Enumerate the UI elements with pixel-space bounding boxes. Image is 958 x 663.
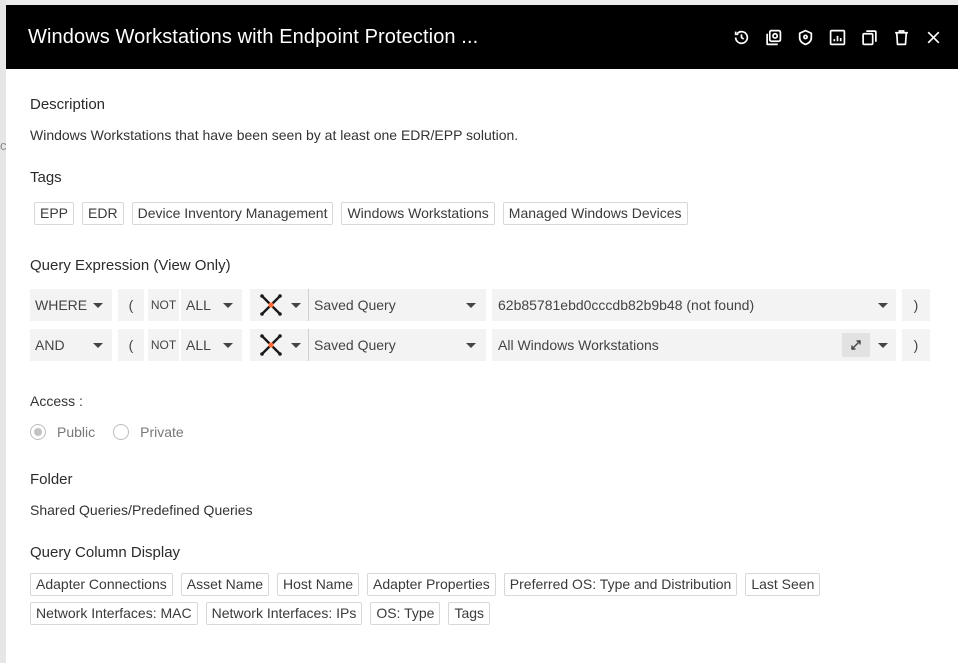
duplicate-button[interactable] [762,26,784,48]
trash-icon [894,29,908,45]
expand-icon [851,340,861,350]
column-chip: Last Seen [745,573,821,596]
expand-button[interactable] [842,333,870,357]
value-text: 62b85781ebd0cccdb82b9b48 (not found) [498,297,755,313]
scope-value: ALL [186,337,211,353]
chevron-down-icon [466,302,476,308]
field-value: Saved Query [314,337,396,353]
tag-chip: Windows Workstations [341,202,495,225]
chevron-down-icon [878,302,888,308]
access-radio-group: Public Private [30,424,184,440]
chevron-down-icon [878,342,888,348]
query-row: AND ( NOT ALL Saved Query All Windows Wo… [30,329,930,361]
column-chip: Tags [448,602,491,625]
radio-label: Public [57,424,96,440]
history-icon [734,30,748,44]
field-value: Saved Query [314,297,396,313]
column-chip: Adapter Properties [367,573,496,596]
open-paren-toggle[interactable]: ( [118,289,144,321]
logic-dropdown[interactable]: WHERE [30,289,112,321]
value-dropdown[interactable]: All Windows Workstations [492,329,896,361]
adapter-dropdown[interactable] [250,289,308,321]
panel-title: Windows Workstations with Endpoint Prote… [28,25,479,48]
axonius-logo-icon [260,294,282,316]
radio-label: Private [140,424,184,440]
query-details-panel: Windows Workstations with Endpoint Prote… [6,5,958,663]
not-toggle[interactable]: NOT [148,289,179,321]
copy-icon [861,29,877,45]
tags-title: Tags [30,169,62,186]
scope-value: ALL [186,297,211,313]
radio-button[interactable] [30,424,46,440]
chevron-down-icon [223,302,233,308]
value-dropdown[interactable]: 62b85781ebd0cccdb82b9b48 (not found) [492,289,896,321]
tags-list: EPP EDR Device Inventory Management Wind… [34,202,688,225]
column-chip: OS: Type [370,602,441,625]
close-paren-toggle[interactable]: ) [902,329,930,361]
field-dropdown[interactable]: Saved Query [308,329,486,361]
tag-chip: EPP [34,202,75,225]
close-button[interactable] [922,26,944,48]
axonius-logo-icon [260,334,282,356]
scope-dropdown[interactable]: ALL [181,329,242,361]
chevron-down-icon [291,342,301,348]
header-actions [730,26,944,48]
query-row: WHERE ( NOT ALL Saved Query 62b85781ebd0… [30,289,930,321]
delete-button[interactable] [890,26,912,48]
scope-dropdown[interactable]: ALL [181,289,242,321]
duplicate-icon [765,29,781,45]
chevron-down-icon [93,342,103,348]
tag-chip: EDR [82,202,124,225]
panel-header: Windows Workstations with Endpoint Prote… [6,5,958,69]
radio-selected-dot [34,428,42,436]
description-title: Description [30,96,106,113]
folder-path: Shared Queries/Predefined Queries [30,502,253,518]
value-text: All Windows Workstations [498,337,659,353]
column-chip: Network Interfaces: IPs [205,602,363,625]
radio-public[interactable]: Public [30,424,95,440]
logic-value: AND [35,337,65,353]
column-chip: Host Name [277,573,360,596]
column-chip: Preferred OS: Type and Distribution [503,573,738,596]
tag-chip: Managed Windows Devices [502,202,688,225]
copy-button[interactable] [858,26,880,48]
tag-chip: Device Inventory Management [131,202,334,225]
folder-title: Folder [30,471,73,488]
dashboard-chart-icon [829,29,845,45]
history-button[interactable] [730,26,752,48]
field-dropdown[interactable]: Saved Query [308,289,486,321]
description-text: Windows Workstations that have been seen… [30,127,519,143]
radio-button[interactable] [113,424,130,440]
access-label: Access : [30,393,83,409]
column-chip: Adapter Connections [30,573,173,596]
close-icon [927,31,939,43]
columns-title: Query Column Display [30,544,181,561]
columns-list: Adapter Connections Asset Name Host Name… [30,573,830,625]
chevron-down-icon [466,342,476,348]
enforce-button[interactable] [794,26,816,48]
close-paren-toggle[interactable]: ) [902,289,930,321]
chevron-down-icon [223,342,233,348]
adapter-dropdown[interactable] [250,329,308,361]
query-title: Query Expression (View Only) [30,257,231,274]
chevron-down-icon [291,302,301,308]
not-toggle[interactable]: NOT [148,329,179,361]
column-chip: Asset Name [180,573,270,596]
radio-private[interactable]: Private [113,424,184,440]
chevron-down-icon [93,302,103,308]
add-to-dashboard-button[interactable] [826,26,848,48]
column-chip: Network Interfaces: MAC [30,602,198,625]
logic-dropdown[interactable]: AND [30,329,112,361]
shield-icon [798,29,812,45]
open-paren-toggle[interactable]: ( [118,329,144,361]
logic-value: WHERE [35,297,88,313]
